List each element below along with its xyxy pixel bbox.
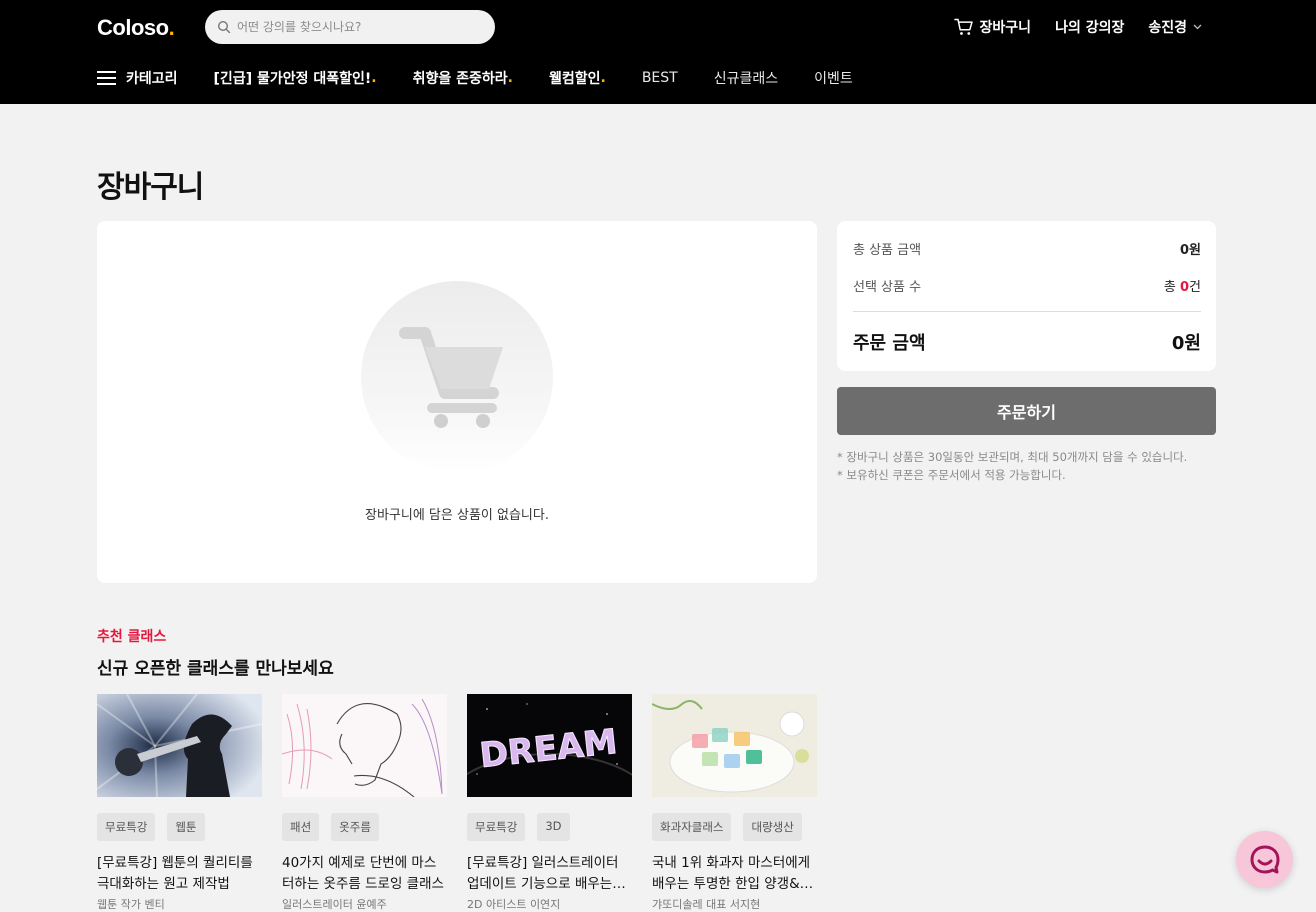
class-tag[interactable]: 무료특강 xyxy=(97,813,156,841)
total-product-label: 총 상품 금액 xyxy=(853,243,922,258)
class-author: 2D 아티스트 이연지 xyxy=(467,898,561,911)
main-nav: 카테고리 [긴급] 물가안정 대폭할인!. 취향을 존중하라. 웰컴할인. BE… xyxy=(97,68,889,88)
class-card[interactable]: 화과자클래스 대량생산 국내 1위 화과자 마스터에게 배우는 투명한 한입 양… xyxy=(652,694,817,912)
page-title: 장바구니 xyxy=(97,170,204,205)
hamburger-icon xyxy=(97,71,116,85)
order-amount-label: 주문 금액 xyxy=(853,333,926,354)
class-title[interactable]: 국내 1위 화과자 마스터에게 배우는 투명한 한입 양갱&화과자 xyxy=(652,853,817,895)
class-tags: 무료특강 3D xyxy=(467,813,632,841)
class-card[interactable]: DREAM 무료특강 3D [무료특강] 일러스트레이터 업데이트 기능으로 배… xyxy=(467,694,632,912)
class-thumbnail[interactable] xyxy=(652,694,817,797)
empty-cart-message: 장바구니에 담은 상품이 없습니다. xyxy=(365,508,549,523)
order-amount-value: 0원 xyxy=(1171,333,1201,354)
top-header: Coloso. 장바구니 나의 강의장 송진경 카테고리 [긴급] 물가안정 대… xyxy=(0,0,1316,104)
cart-link[interactable]: 장바구니 xyxy=(953,17,1032,37)
class-tag[interactable]: 패션 xyxy=(282,813,320,841)
empty-cart-illustration xyxy=(361,281,553,473)
class-card[interactable]: 무료특강 웹툰 [무료특강] 웹툰의 퀄리티를 극대화하는 원고 제작법 웹툰 … xyxy=(97,694,262,912)
nav-category-label: 카테고리 xyxy=(126,71,178,87)
order-summary-panel: 총 상품 금액 0원 선택 상품 수 총 0건 주문 금액 0원 xyxy=(837,221,1216,371)
class-thumbnail[interactable]: DREAM xyxy=(467,694,632,797)
class-thumbnail[interactable] xyxy=(282,694,447,797)
my-classroom-link[interactable]: 나의 강의장 xyxy=(1055,17,1124,37)
recommend-title: 신규 오픈한 클래스를 만나보세요 xyxy=(97,659,334,679)
class-tag[interactable]: 대량생산 xyxy=(743,813,802,841)
selected-count-value: 총 0건 xyxy=(1163,280,1201,295)
order-button[interactable]: 주문하기 xyxy=(837,387,1216,435)
total-product-value: 0원 xyxy=(1179,243,1201,258)
class-tag[interactable]: 옷주름 xyxy=(331,813,379,841)
user-dropdown[interactable]: 송진경 xyxy=(1148,17,1208,37)
search-input[interactable] xyxy=(237,20,477,34)
recommend-eyebrow: 추천 클래스 xyxy=(97,629,167,645)
class-title[interactable]: 40가지 예제로 단번에 마스터하는 옷주름 드로잉 클래스 xyxy=(282,853,447,895)
cart-items-panel: 장바구니에 담은 상품이 없습니다. xyxy=(97,221,817,583)
cart-note-coupon: * 보유하신 쿠폰은 주문서에서 적용 가능합니다. xyxy=(837,468,1066,482)
chat-button[interactable] xyxy=(1236,831,1293,888)
empty-cart-icon xyxy=(399,327,503,428)
class-tag[interactable]: 웹툰 xyxy=(167,813,205,841)
class-title[interactable]: [무료특강] 웹툰의 퀄리티를 극대화하는 원고 제작법 xyxy=(97,853,262,895)
class-tag[interactable]: 무료특강 xyxy=(467,813,526,841)
nav-category[interactable]: 카테고리 xyxy=(97,68,178,88)
selected-count-label: 선택 상품 수 xyxy=(853,280,922,295)
class-author: 갸또디솔레 대표 서지현 xyxy=(652,898,761,911)
class-tag[interactable]: 화과자클래스 xyxy=(652,813,732,841)
nav-item-taste[interactable]: 취향을 존중하라. xyxy=(413,68,513,88)
summary-row-selected-count: 선택 상품 수 총 0건 xyxy=(853,276,1201,295)
class-tags: 화과자클래스 대량생산 xyxy=(652,813,817,841)
class-thumbnail[interactable] xyxy=(97,694,262,797)
chat-icon xyxy=(1250,845,1279,873)
user-name: 송진경 xyxy=(1148,20,1187,36)
class-tags: 패션 옷주름 xyxy=(282,813,447,841)
search-icon xyxy=(217,20,231,34)
summary-row-total-product: 총 상품 금액 0원 xyxy=(853,239,1201,258)
cart-icon xyxy=(953,18,973,35)
class-author: 웹툰 작가 벤티 xyxy=(97,898,165,911)
class-tag[interactable]: 3D xyxy=(537,813,570,841)
cart-link-label: 장바구니 xyxy=(979,20,1032,36)
class-card[interactable]: 패션 옷주름 40가지 예제로 단번에 마스터하는 옷주름 드로잉 클래스 일러… xyxy=(282,694,447,912)
class-tags: 무료특강 웹툰 xyxy=(97,813,262,841)
coloso-logo[interactable]: Coloso. xyxy=(97,15,175,41)
nav-item-event[interactable]: 이벤트 xyxy=(814,68,853,88)
summary-row-order-amount: 주문 금액 0원 xyxy=(853,329,1201,355)
chevron-down-icon xyxy=(1193,24,1202,30)
class-author: 일러스트레이터 윤예주 xyxy=(282,898,387,911)
nav-item-best[interactable]: BEST xyxy=(642,70,678,86)
nav-item-urgent-sale[interactable]: [긴급] 물가안정 대폭할인!. xyxy=(214,68,377,88)
nav-item-new-class[interactable]: 신규클래스 xyxy=(714,68,778,88)
class-title[interactable]: [무료특강] 일러스트레이터 업데이트 기능으로 배우는 3D 그래픽 xyxy=(467,853,632,895)
nav-item-welcome-sale[interactable]: 웰컴할인. xyxy=(549,68,606,88)
user-menu: 장바구니 나의 강의장 송진경 xyxy=(930,17,1208,37)
cart-notes: * 장바구니 상품은 30일동안 보관되며, 최대 50개까지 담을 수 있습니… xyxy=(837,448,1187,484)
my-classroom-label: 나의 강의장 xyxy=(1055,20,1125,36)
cart-note-storage: * 장바구니 상품은 30일동안 보관되며, 최대 50개까지 담을 수 있습니… xyxy=(837,450,1188,464)
search-bar[interactable] xyxy=(205,10,495,44)
summary-divider xyxy=(853,311,1201,312)
